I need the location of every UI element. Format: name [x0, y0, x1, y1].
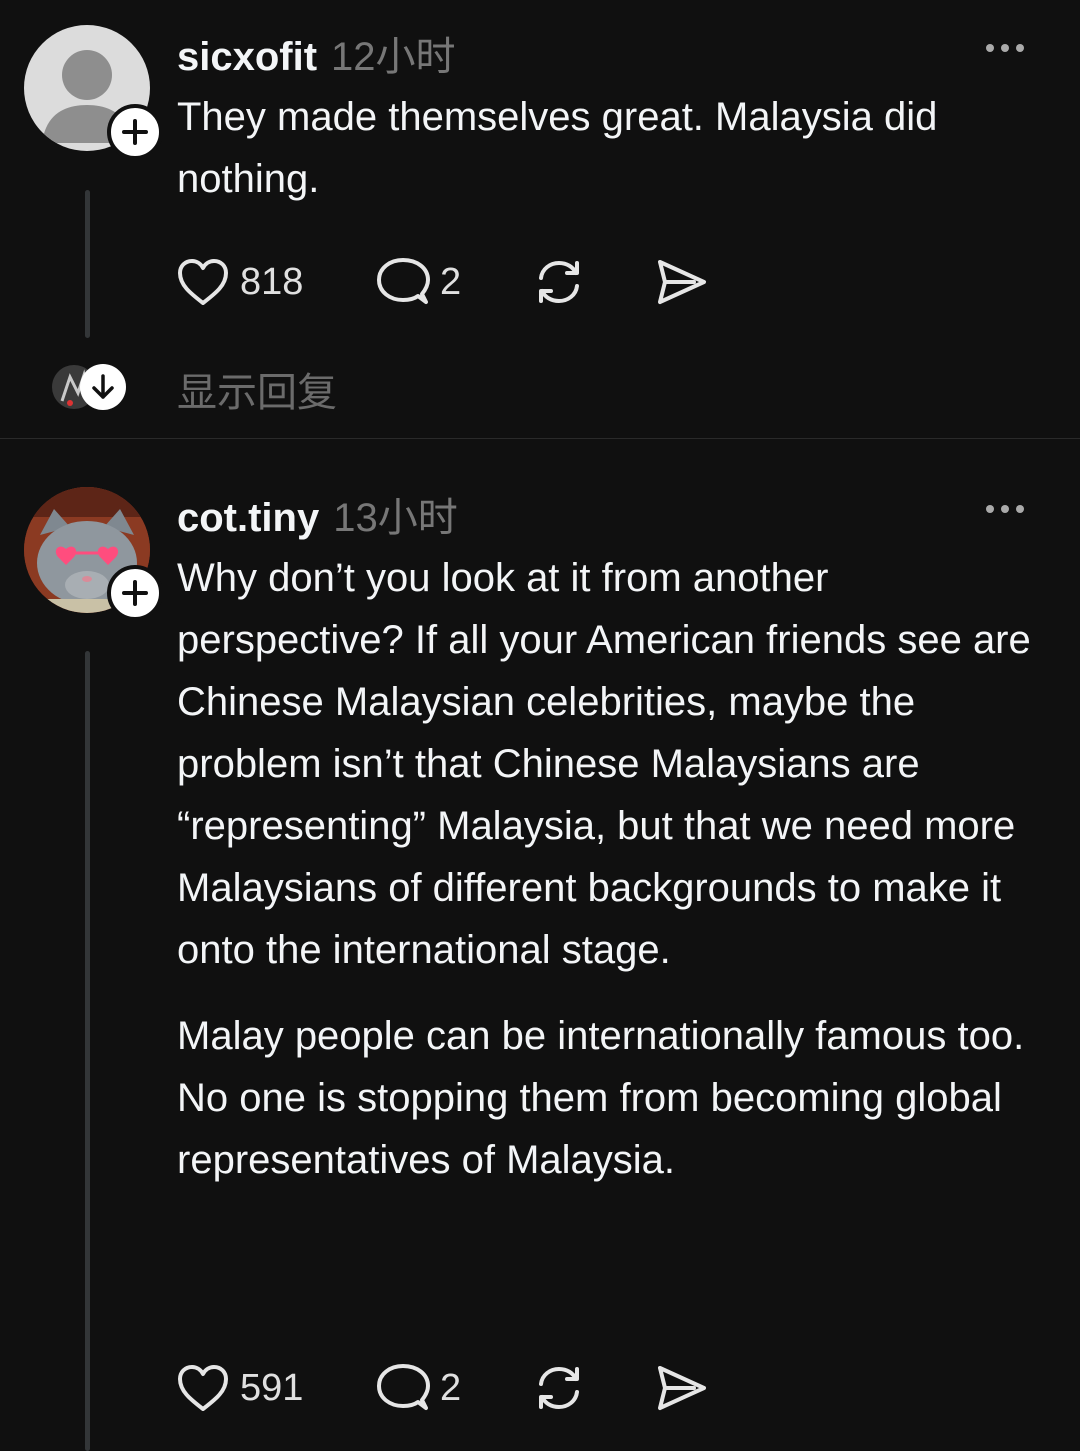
- arrow-down-icon: [92, 374, 114, 399]
- show-replies-link[interactable]: 显示回复: [177, 360, 337, 418]
- like-count: 818: [240, 260, 304, 303]
- plus-icon: [122, 119, 148, 145]
- repost-button[interactable]: [532, 256, 654, 308]
- heart-icon: [178, 1365, 228, 1411]
- post-body: Why don’t you look at it from another pe…: [177, 547, 1052, 1215]
- post-body: They made themselves great. Malaysia did…: [177, 86, 1057, 234]
- username[interactable]: cot.tiny: [177, 496, 319, 541]
- post-paragraph: Malay people can be internationally famo…: [177, 1014, 1025, 1182]
- more-horizontal-icon[interactable]: [986, 38, 1034, 58]
- action-bar: 818 2: [176, 252, 708, 312]
- like-button[interactable]: 591: [176, 1363, 376, 1413]
- comment-bubble-icon: [377, 258, 430, 304]
- like-count: 591: [240, 1366, 304, 1409]
- send-icon: [658, 260, 706, 304]
- heart-icon: [178, 259, 228, 305]
- post-sicxofit: sicxofit 12小时 They made themselves great…: [0, 0, 1080, 438]
- timestamp: 13小时: [333, 496, 458, 540]
- reply-avatars[interactable]: [50, 363, 130, 411]
- post-header: cot.tiny 13小时: [177, 485, 458, 543]
- comment-count: 2: [440, 1366, 462, 1409]
- expand-replies-button[interactable]: [80, 364, 126, 410]
- share-button[interactable]: [654, 257, 708, 307]
- plus-icon: [122, 580, 148, 606]
- comment-bubble-icon: [377, 1364, 430, 1410]
- post-cot-tiny: cot.tiny 13小时 Why don’t you look at it f…: [0, 439, 1080, 1451]
- more-horizontal-icon[interactable]: [986, 499, 1034, 519]
- follow-button[interactable]: [107, 565, 163, 621]
- post-paragraph: They made themselves great. Malaysia did…: [177, 95, 938, 201]
- comment-button[interactable]: 2: [376, 256, 532, 308]
- comment-count: 2: [440, 260, 462, 303]
- follow-button[interactable]: [107, 104, 163, 160]
- send-icon: [658, 1366, 706, 1410]
- username[interactable]: sicxofit: [177, 35, 317, 80]
- action-bar: 591 2: [176, 1358, 708, 1418]
- post-header: sicxofit 12小时: [177, 24, 456, 82]
- thread-line: [85, 190, 90, 338]
- thread-line: [85, 651, 90, 1451]
- post-paragraph: Why don’t you look at it from another pe…: [177, 556, 1031, 972]
- comment-button[interactable]: 2: [376, 1362, 532, 1414]
- repost-button[interactable]: [532, 1362, 654, 1414]
- repost-icon: [539, 260, 579, 304]
- timestamp: 12小时: [331, 35, 456, 79]
- like-button[interactable]: 818: [176, 257, 376, 307]
- share-button[interactable]: [654, 1363, 708, 1413]
- repost-icon: [539, 1366, 579, 1410]
